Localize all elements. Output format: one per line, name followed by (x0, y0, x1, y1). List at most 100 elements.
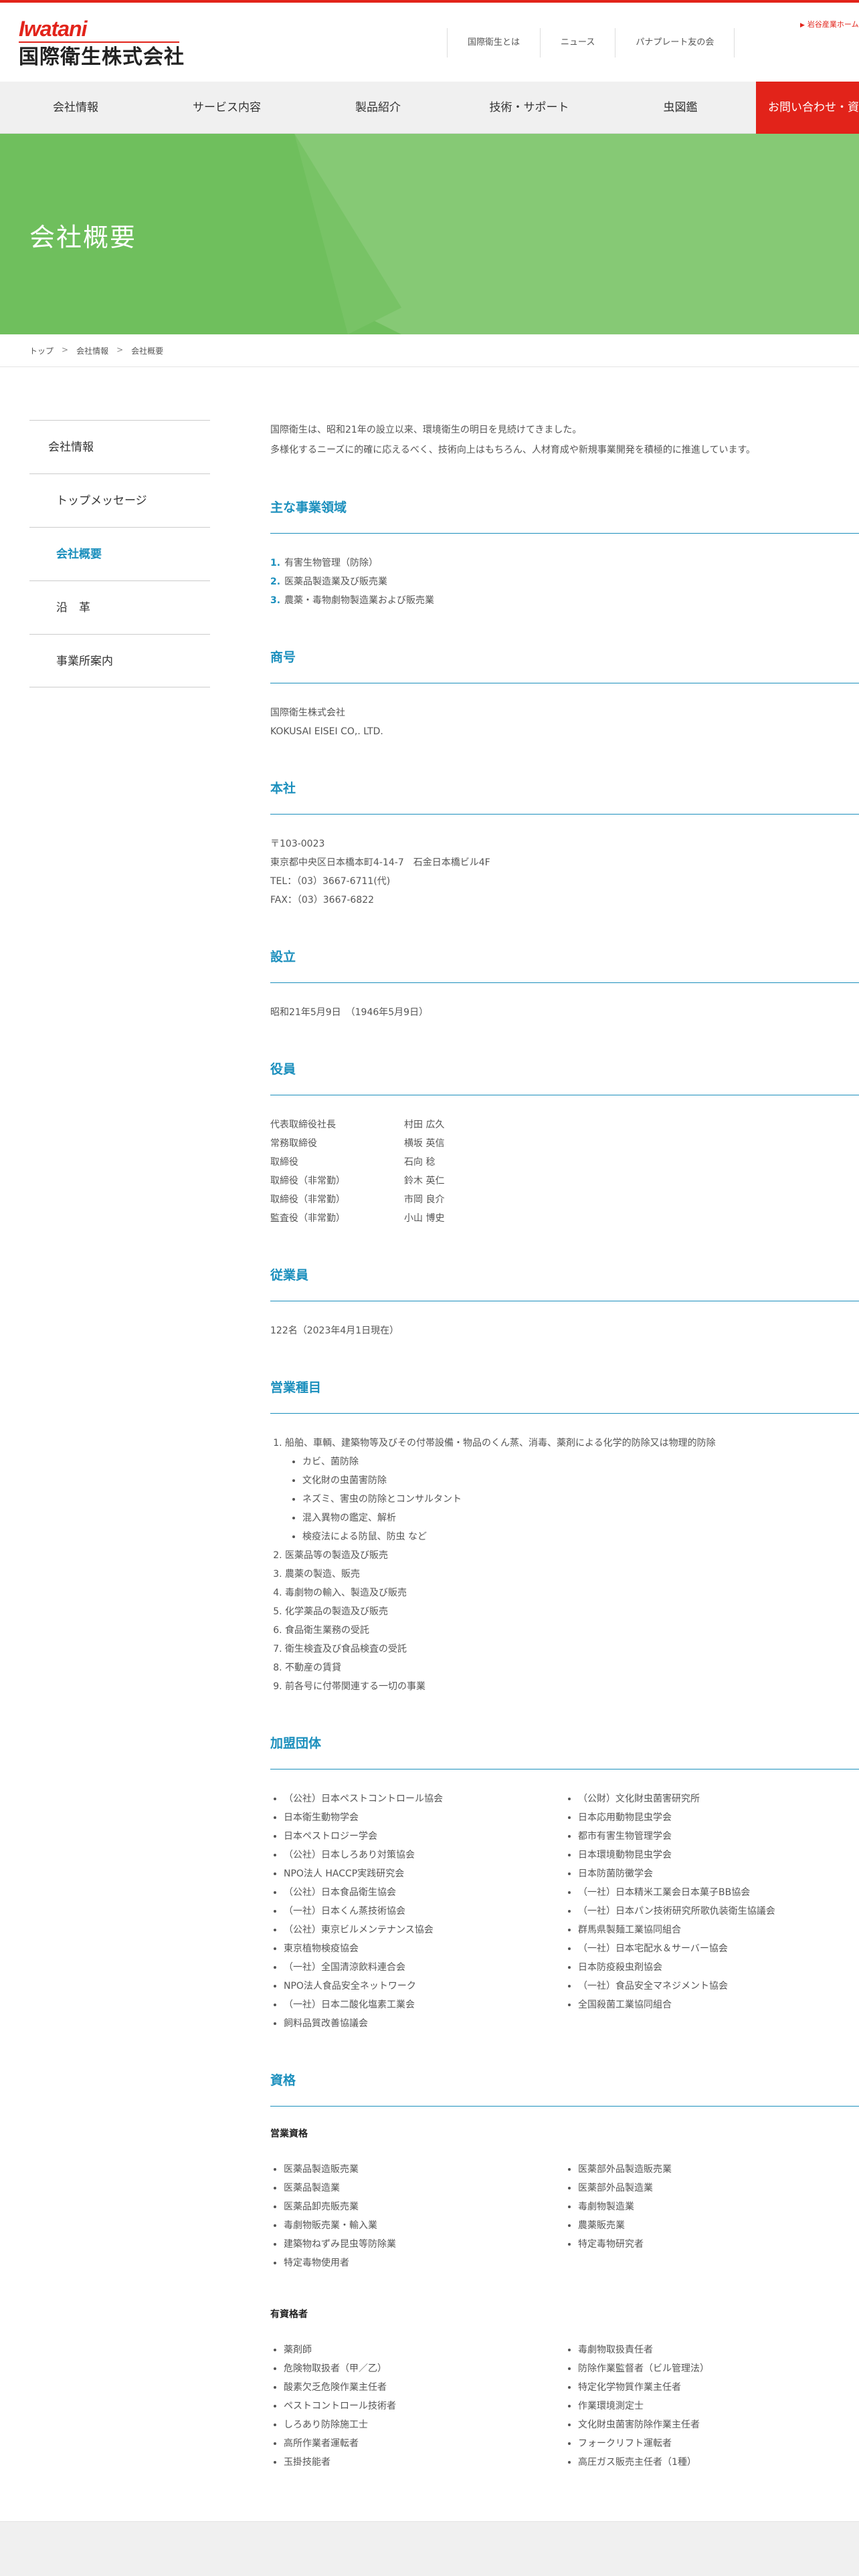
triangle-right-icon: ▶ (800, 22, 805, 29)
section-title-employees: 従業員 (270, 1265, 859, 1301)
list-item: 医薬品製造業 (284, 2179, 565, 2197)
list-item: NPO法人 HACCP実践研究会 (284, 1864, 565, 1883)
list-item: （一社）食品安全マネジメント協会 (578, 1977, 859, 1996)
sidenav-item-overview[interactable]: 会社概要 (29, 527, 210, 580)
list-item: 文化財虫菌害防除作業主任者 (578, 2416, 859, 2434)
employee-count: 122名（2023年4月1日現在） (270, 1325, 399, 1336)
list-item: 1. 有害生物管理（防除） (270, 558, 379, 568)
side-nav: 会社情報 トップメッセージ 会社概要 沿 革 事業所案内 (29, 420, 210, 687)
corporate-home-link[interactable]: ▶ 岩谷産業ホーム (800, 19, 859, 29)
table-row: 監査役（非常勤） 小山 博史 (270, 1209, 859, 1228)
utility-link-panaplate[interactable]: パナプレート友の会 (615, 28, 735, 58)
page-hero: 会社概要 (0, 134, 859, 334)
fax: FAX：（03）3667-6822 (270, 895, 375, 905)
breadcrumb: トップ > 会社情報 > 会社概要 (29, 345, 163, 356)
list-item: 不動産の賃貸 (285, 1658, 859, 1677)
utility-nav: 国際衛生とは ニュース パナプレート友の会 (447, 28, 735, 58)
sidenav-item-offices[interactable]: 事業所案内 (29, 634, 210, 687)
list-item: NPO法人食品安全ネットワーク (284, 1977, 565, 1996)
list-item: 全国殺菌工業協同組合 (578, 1996, 859, 2014)
chevron-right-icon: > (116, 345, 124, 354)
list-item: 農薬販売業 (578, 2216, 859, 2235)
list-item: 毒劇物製造業 (578, 2197, 859, 2216)
page-title: 会社概要 (29, 223, 137, 252)
sidenav-parent-company[interactable]: 会社情報 (29, 420, 210, 473)
contact-button[interactable]: お問い合わせ・資料 (756, 82, 859, 167)
list-item: 作業環境測定士 (578, 2397, 859, 2416)
memberships-right-column: （公財）文化財虫菌害研究所日本応用動物昆虫学会都市有害生物管理学会日本環境動物昆… (578, 1790, 859, 2033)
list-item: 高圧ガス販売主任者（1種） (578, 2453, 859, 2472)
officer-name: 市岡 良介 (404, 1194, 445, 1205)
site-logo[interactable]: Iwatani 国際衛生株式会社 (19, 17, 186, 70)
breadcrumb-top[interactable]: トップ (29, 345, 54, 356)
subheading-certified-staff: 有資格者 (270, 2309, 308, 2320)
section-title-business: 主な事業領域 (270, 498, 859, 534)
list-item: 食品衛生業務の受託 (285, 1621, 859, 1640)
tel: TEL：（03）3667-6711(代) (270, 876, 391, 887)
postal-code: 〒103-0023 (270, 839, 325, 849)
section-title-qualifications: 資格 (270, 2070, 859, 2107)
list-item: 毒劇物取扱責任者 (578, 2341, 859, 2359)
utility-link-about[interactable]: 国際衛生とは (447, 28, 540, 58)
logo-japanese: 国際衛生株式会社 (19, 45, 185, 69)
subheading-business-licenses: 営業資格 (270, 2129, 308, 2139)
list-item: 日本応用動物昆虫学会 (578, 1808, 859, 1827)
breadcrumb-divider (0, 366, 859, 367)
utility-link-news[interactable]: ニュース (540, 28, 615, 58)
list-item: （一社）日本精米工業会日本菓子BB協会 (578, 1883, 859, 1902)
intro-line: 国際衛生は、昭和21年の設立以来、環境衛生の明日を見続けてきました。 (270, 425, 582, 435)
list-item: 日本衛生動物学会 (284, 1808, 565, 1827)
gnav-item-services[interactable]: サービス内容 (151, 82, 302, 134)
list-item: 特定毒物研究者 (578, 2235, 859, 2254)
gnav-item-insects[interactable]: 虫図鑑 (605, 82, 756, 134)
list-item: 船舶、車輌、建築物等及びその付帯設備・物品のくん蒸、消毒、薬剤による化学的防除又… (285, 1434, 859, 1546)
list-item: 衛生検査及び食品検査の受託 (285, 1640, 859, 1658)
table-row: 取締役 石向 稔 (270, 1153, 859, 1172)
address: 東京都中央区日本橋本町4-14-7 石金日本橋ビル4F (270, 857, 490, 868)
list-item: 飼料品質改善協議会 (284, 2014, 565, 2033)
footer-band (0, 2521, 859, 2576)
list-item: 群馬県製麺工業協同組合 (578, 1921, 859, 1939)
list-item: 3. 農薬・毒物劇物製造業および販売業 (270, 595, 435, 606)
section-title-officers: 役員 (270, 1059, 859, 1095)
list-item: 医薬品等の製造及び販売 (285, 1546, 859, 1565)
list-item: 日本環境動物昆虫学会 (578, 1846, 859, 1864)
list-item: 防除作業監督者（ビル管理法） (578, 2359, 859, 2378)
table-row: 代表取締役社長 村田 広久 (270, 1115, 859, 1134)
list-item: 医薬部外品製造業 (578, 2179, 859, 2197)
business-list: 1. 有害生物管理（防除） 2. 医薬品製造業及び販売業 3. 農薬・毒物劇物製造業お… (270, 554, 859, 610)
section-title-memberships: 加盟団体 (270, 1733, 859, 1769)
list-item: 高所作業者運転者 (284, 2434, 565, 2453)
list-item: ネズミ、害虫の防除とコンサルタント (302, 1490, 859, 1509)
section-title-founded: 設立 (270, 947, 859, 983)
list-item: フォークリフト運転者 (578, 2434, 859, 2453)
list-item: 日本防疫殺虫剤協会 (578, 1958, 859, 1977)
list-item: （公社）日本しろあり対策協会 (284, 1846, 565, 1864)
gnav-item-products[interactable]: 製品紹介 (302, 82, 454, 134)
list-item: （公社）日本食品衛生協会 (284, 1883, 565, 1902)
certified-right-column: 毒劇物取扱責任者防除作業監督者（ビル管理法）特定化学物質作業主任者作業環境測定士… (578, 2341, 859, 2472)
lines-of-business: 船舶、車輌、建築物等及びその付帯設備・物品のくん蒸、消毒、薬剤による化学的防除又… (270, 1434, 859, 1696)
list-item: 玉掛技能者 (284, 2453, 565, 2472)
breadcrumb-company[interactable]: 会社情報 (76, 345, 108, 356)
intro-text: 国際衛生は、昭和21年の設立以来、環境衛生の明日を見続けてきました。 多様化する… (270, 420, 859, 460)
section-title-hq: 本社 (270, 778, 859, 815)
list-item: 毒劇物の輸入、製造及び販売 (285, 1584, 859, 1602)
memberships-list: （公社）日本ペストコントロール協会日本衛生動物学会日本ペストロジー学会（公社）日… (270, 1790, 859, 2033)
table-row: 常務取締役 横坂 英信 (270, 1134, 859, 1153)
officer-name: 横坂 英信 (404, 1138, 445, 1149)
certified-staff-list: 薬剤師危険物取扱者（甲／乙）酸素欠乏危険作業主任者ペストコントロール技術者しろあ… (270, 2341, 859, 2472)
logo-english: Iwatani (19, 17, 87, 41)
list-item: （一社）日本パン技術研究所歌仇装衛生協議会 (578, 1902, 859, 1921)
list-item: 東京植物検疫協会 (284, 1939, 565, 1958)
gnav-item-company[interactable]: 会社情報 (0, 82, 151, 134)
list-item: 酸素欠乏危険作業主任者 (284, 2378, 565, 2397)
list-item: 日本ペストロジー学会 (284, 1827, 565, 1846)
officer-name: 石向 稔 (404, 1157, 436, 1168)
list-item: 危険物取扱者（甲／乙） (284, 2359, 565, 2378)
licenses-right-column: 医薬部外品製造販売業医薬部外品製造業毒劇物製造業農薬販売業特定毒物研究者 (578, 2160, 859, 2272)
sidenav-item-message[interactable]: トップメッセージ (29, 473, 210, 527)
sidenav-item-history[interactable]: 沿 革 (29, 580, 210, 634)
list-item: （一社）全国清涼飲料連合会 (284, 1958, 565, 1977)
gnav-item-support[interactable]: 技術・サポート (454, 82, 605, 134)
